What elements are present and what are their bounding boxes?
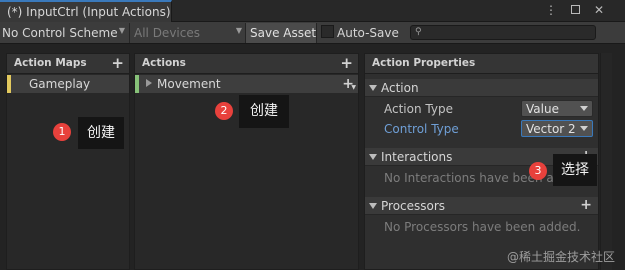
chevron-down-icon: ▼ [118,26,125,35]
actions-header: Actions [135,54,358,74]
search-input[interactable]: ⚲ [410,25,596,40]
annotation-callout-2: 创建 [239,95,289,128]
annotation-badge-1: 1 [53,123,71,141]
annotation-badge-2: 2 [215,102,233,120]
save-asset-button[interactable]: Save Asset [245,23,317,43]
action-type-dropdown[interactable]: Value [521,100,593,117]
collapse-arrow-icon [369,203,377,209]
add-processor-icon[interactable]: + [580,198,592,212]
action-item[interactable]: Movement + ▼ [135,75,358,93]
watermark: @稀土掘金技术社区 [506,250,615,264]
action-map-color-stripe [7,75,11,93]
chevron-down-icon: ▼ [235,26,242,35]
window-tab[interactable]: (*) InputCtrl (Input Actions) [0,0,172,22]
search-icon: ⚲ [415,27,422,37]
add-action-icon[interactable]: + [340,56,353,71]
vertical-scrollbar[interactable] [600,53,612,270]
annotation-callout-1: 创建 [78,117,124,149]
control-type-label: Control Type [384,122,459,136]
action-map-item[interactable]: Gameplay [7,75,129,93]
control-type-dropdown[interactable]: Vector 2 [521,120,593,137]
collapse-arrow-icon [369,85,377,91]
devices-dropdown[interactable]: All Devices ▼ [129,23,245,43]
window-title: (*) InputCtrl (Input Actions) [7,5,171,19]
processors-empty-note: No Processors have been added. [384,220,581,234]
control-scheme-label: No Control Scheme [2,26,118,40]
collapse-arrow-icon [369,154,377,160]
auto-save-label: Auto-Save [337,26,399,40]
action-type-label: Action Type [384,102,453,116]
more-menu-icon[interactable]: ⋮ [545,3,557,17]
window-controls: ⋮ ✕ [545,3,605,17]
auto-save-checkbox[interactable] [321,25,334,38]
action-color-stripe [135,75,139,93]
action-map-label: Gameplay [29,77,91,91]
devices-label: All Devices [134,26,200,40]
action-properties-header: Action Properties [365,54,598,74]
processors-section-header[interactable]: Processors + [365,197,598,215]
annotation-callout-3: 选择 [553,154,597,186]
chevron-down-icon [580,106,588,111]
close-icon[interactable]: ✕ [593,3,605,17]
expand-arrow-icon[interactable] [146,79,152,87]
action-label: Movement [157,77,221,91]
chevron-down-icon [580,126,588,131]
add-action-map-icon[interactable]: + [111,56,124,71]
maximize-icon[interactable] [569,3,581,17]
annotation-badge-3: 3 [529,162,547,180]
add-binding-dropdown-icon[interactable]: ▼ [351,84,356,91]
action-maps-pane: Action Maps + Gameplay [6,53,130,270]
action-section-header[interactable]: Action [365,79,598,97]
control-scheme-dropdown[interactable]: No Control Scheme ▼ [2,23,128,43]
actions-pane: Actions + Movement + ▼ [134,53,359,270]
